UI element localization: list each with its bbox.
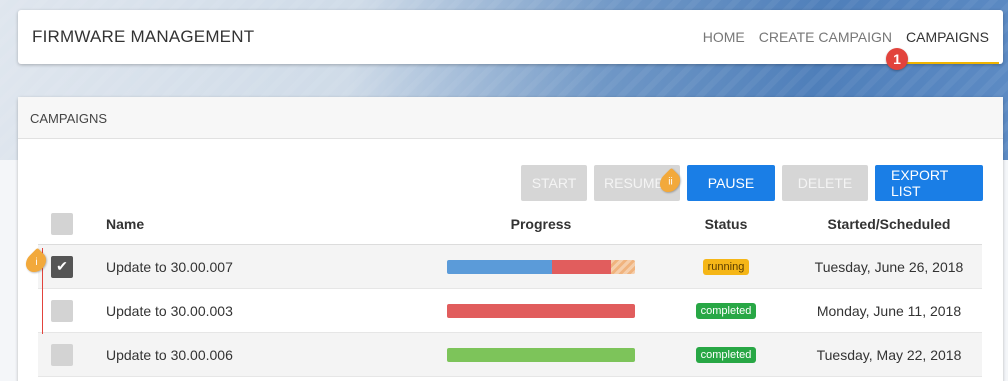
row-date: Tuesday, June 26, 2018 [814, 258, 964, 275]
pause-button[interactable]: PAUSE [687, 165, 775, 201]
progress-segment [552, 259, 611, 274]
campaigns-table: Name Progress Status Started/Scheduled ✔… [38, 203, 982, 377]
campaign-toolbar: START RESUME PAUSE DELETE EXPORT LIST [521, 165, 983, 201]
progress-bar [447, 303, 635, 318]
status-badge: completed [695, 346, 757, 363]
select-all-checkbox[interactable] [51, 212, 73, 235]
status-badge: completed [695, 302, 757, 319]
export-list-button[interactable]: EXPORT LIST [875, 165, 983, 201]
app-header: FIRMWARE MANAGEMENT HOME CREATE CAMPAIGN… [18, 10, 1003, 64]
progress-segment [447, 303, 635, 318]
progress-segment [610, 259, 635, 274]
nav-campaigns[interactable]: CAMPAIGNS [900, 29, 999, 64]
column-header-status[interactable]: Status [656, 216, 796, 232]
row-checkbox[interactable] [51, 343, 73, 366]
campaigns-panel: CAMPAIGNS START RESUME PAUSE DELETE EXPO… [18, 97, 1003, 381]
progress-bar [447, 259, 635, 274]
row-date: Tuesday, May 22, 2018 [816, 346, 962, 363]
progress-segment [447, 347, 635, 362]
progress-segment [447, 259, 553, 274]
progress-bar [447, 347, 635, 362]
row-name: Update to 30.00.006 [106, 346, 233, 363]
panel-title: CAMPAIGNS [18, 97, 1003, 139]
start-button[interactable]: START [521, 165, 587, 201]
column-header-name[interactable]: Name [86, 216, 426, 232]
app-title: FIRMWARE MANAGEMENT [32, 27, 255, 46]
top-nav: HOME CREATE CAMPAIGN CAMPAIGNS [703, 10, 999, 64]
column-header-progress[interactable]: Progress [426, 216, 656, 232]
delete-button[interactable]: DELETE [782, 165, 868, 201]
row-name: Update to 30.00.007 [106, 258, 233, 275]
nav-create-campaign[interactable]: CREATE CAMPAIGN [759, 29, 892, 45]
status-badge: running [702, 258, 750, 275]
table-row[interactable]: ✔ Update to 30.00.007 running Tuesday, J… [38, 245, 982, 289]
column-header-started[interactable]: Started/Scheduled [796, 216, 982, 232]
row-checkbox-checked[interactable]: ✔ [51, 255, 73, 278]
nav-home[interactable]: HOME [703, 29, 745, 45]
row-date: Monday, June 11, 2018 [816, 302, 962, 319]
table-header-row: Name Progress Status Started/Scheduled [38, 203, 982, 245]
row-name: Update to 30.00.003 [106, 302, 233, 319]
row-checkbox[interactable] [51, 299, 73, 322]
step-marker-1: 1 [886, 48, 908, 70]
table-row[interactable]: Update to 30.00.003 completed Monday, Ju… [38, 289, 982, 333]
table-row[interactable]: Update to 30.00.006 completed Tuesday, M… [38, 333, 982, 377]
